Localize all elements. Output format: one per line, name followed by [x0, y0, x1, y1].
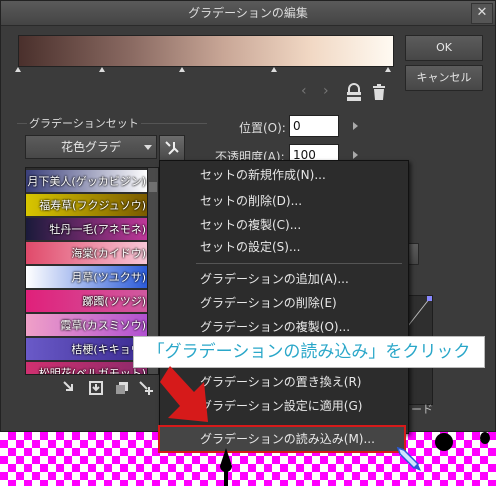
- gradient-stop-marker[interactable]: [271, 67, 277, 72]
- gradient-preset-item[interactable]: 霞草(カスミソウ): [26, 314, 148, 337]
- gradient-stop-marker[interactable]: [385, 67, 391, 72]
- gradient-stop-marker[interactable]: [179, 67, 185, 72]
- preset-group-label: グラデーションセット: [27, 115, 141, 131]
- gradient-preset-item[interactable]: 牡丹一毛(アネモネ): [26, 218, 148, 241]
- dialog-title: グラデーションの編集: [188, 6, 308, 20]
- gradient-preset-item[interactable]: 松明花(ベルガモット): [26, 362, 148, 374]
- pen-cursor-icon: [396, 446, 421, 471]
- gradient-preset-item[interactable]: 桔梗(キキョウ): [26, 338, 148, 361]
- obscured-mode-label: ード: [411, 403, 433, 416]
- gradient-preset-item[interactable]: 福寿草(フクジュソウ): [26, 194, 148, 217]
- menu-item-duplicate-set[interactable]: セットの複製(C)...: [160, 213, 408, 237]
- ink-drip-icon: [220, 448, 232, 486]
- close-icon: ✕: [476, 5, 488, 20]
- gradient-preview-bar[interactable]: [18, 35, 394, 67]
- prev-stop-icon[interactable]: ‹: [301, 83, 307, 99]
- lock-icon[interactable]: [344, 83, 364, 103]
- position-input[interactable]: 0: [289, 115, 339, 137]
- red-arrow-icon: [160, 366, 208, 422]
- preset-set-selected: 花色グラデ: [60, 140, 121, 154]
- preset-menu-button[interactable]: [159, 135, 185, 161]
- chevron-down-icon: [144, 145, 152, 150]
- gradient-preset-item[interactable]: 躑躅(ツツジ): [26, 290, 148, 313]
- next-stop-icon[interactable]: ›: [323, 83, 329, 99]
- close-button[interactable]: ✕: [471, 3, 493, 24]
- menu-item-add-gradient[interactable]: グラデーションの追加(A)...: [160, 267, 408, 291]
- cancel-button[interactable]: キャンセル: [405, 65, 483, 91]
- menu-item-delete-gradient[interactable]: グラデーションの削除(E): [160, 291, 408, 315]
- import-icon[interactable]: [87, 379, 105, 397]
- dialog-titlebar: グラデーションの編集 ✕: [1, 1, 495, 26]
- gradient-preset-list: 月下美人(ゲッカビジン) 福寿草(フクジュソウ) 牡丹一毛(アネモネ) 海棠(カイドウ…: [25, 167, 149, 375]
- ok-button[interactable]: OK: [405, 35, 483, 61]
- gradient-preset-item[interactable]: 月草(ツユクサ): [26, 266, 148, 289]
- add-gradient-icon[interactable]: [137, 379, 155, 397]
- menu-separator: [196, 263, 402, 264]
- ink-drop-icon: [435, 433, 453, 451]
- new-set-icon[interactable]: [61, 379, 79, 397]
- menu-item-new-set[interactable]: セットの新規作成(N)...: [160, 163, 408, 187]
- gradient-preset-item[interactable]: 月下美人(ゲッカビジン): [26, 170, 148, 193]
- opacity-slider-arrow-icon[interactable]: [353, 151, 358, 159]
- ink-drop-small-icon: [480, 432, 490, 444]
- gradient-preset-item[interactable]: 海棠(カイドウ): [26, 242, 148, 265]
- duplicate-icon[interactable]: [113, 379, 131, 397]
- wrench-icon: [165, 141, 179, 155]
- menu-item-set-settings[interactable]: セットの設定(S)...: [160, 235, 408, 259]
- position-slider-arrow-icon[interactable]: [353, 122, 358, 130]
- trash-icon[interactable]: [371, 83, 391, 103]
- gradient-stop-marker[interactable]: [99, 67, 105, 72]
- position-label: 位置(O):: [239, 121, 286, 135]
- gradient-stop-marker[interactable]: [15, 67, 21, 72]
- menu-item-delete-set[interactable]: セットの削除(D)...: [160, 189, 408, 213]
- preset-set-dropdown[interactable]: 花色グラデ: [25, 135, 157, 159]
- scrollbar-thumb[interactable]: [149, 182, 157, 192]
